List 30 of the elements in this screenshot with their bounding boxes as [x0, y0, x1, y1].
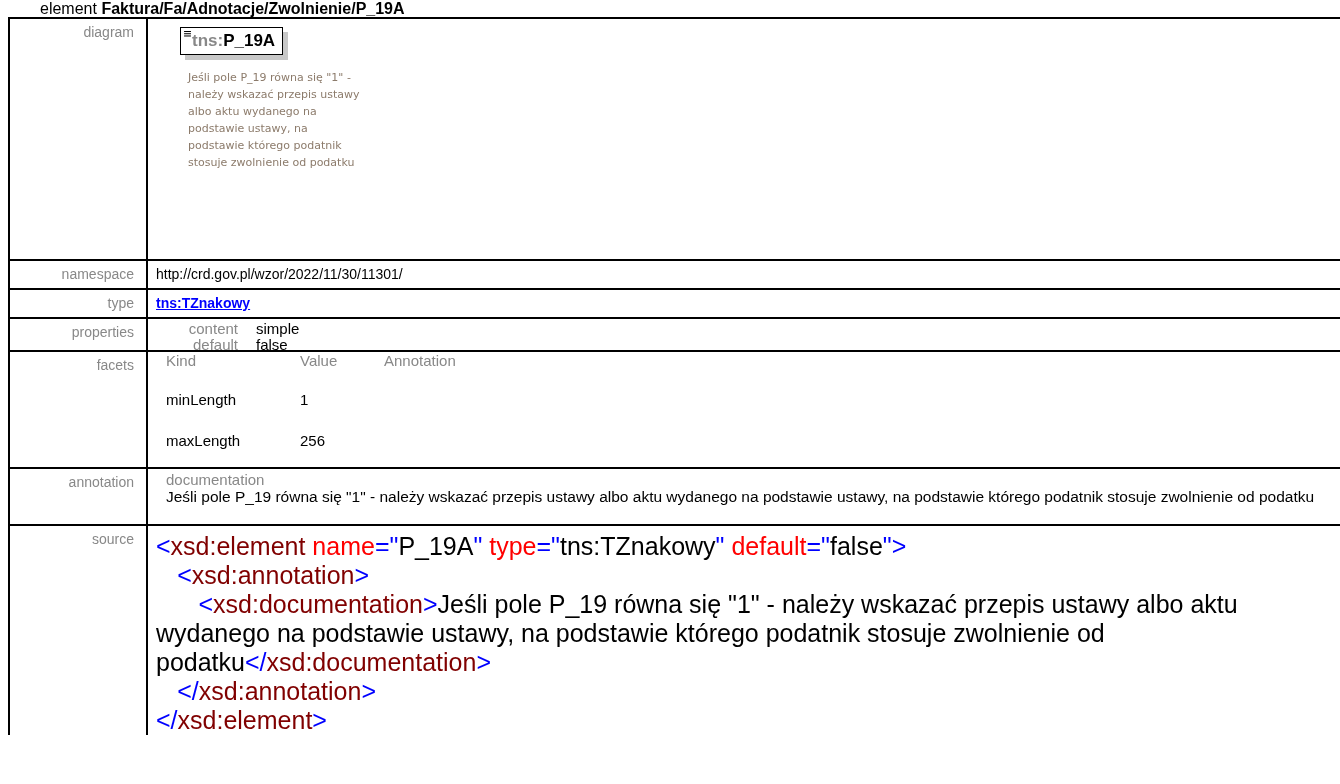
source-code-line: <xsd:documentation>Jeśli pole P_19 równa się "1" - należy wskazać przepis ustawy albo aktu wydanego na podstawie ustawy, na podstawie którego podatnik stosuje zwolnienie od podatku</xsd:documentation>	[156, 590, 1239, 677]
property-value: simple	[256, 321, 300, 337]
row-label: namespace	[10, 261, 148, 288]
property-value: false	[256, 337, 288, 353]
column-header: Value	[300, 352, 339, 371]
source-code-line: </xsd:annotation>	[176, 677, 378, 706]
table-cell-text: 1	[300, 390, 310, 411]
row-label: diagram	[10, 19, 148, 259]
table-cell-text: maxLength	[166, 430, 242, 451]
element-heading: element Faktura/Fa/Adnotacje/Zwolnienie/P_19A	[39, 0, 406, 17]
property-name: default	[191, 337, 239, 353]
source-code-line: <xsd:annotation>	[176, 561, 371, 590]
table-cell-text: minLength	[166, 390, 238, 411]
type-link[interactable]: tns:TZnakowy	[156, 295, 251, 311]
row-label: source	[10, 526, 148, 735]
source-code-line: </xsd:element>	[156, 706, 328, 735]
diagram-documentation: Jeśli pole P_19 równa się "1" - należy wskazać przepis ustawy albo aktu wydanego na podstawie ustawy, na podstawie którego podatnik stosuje zwolnienie od podatku	[188, 70, 361, 171]
column-header: Annotation	[384, 352, 456, 371]
source-code-line: <xsd:element name="P_19A" type="tns:TZnakowy" default="false">	[156, 532, 908, 561]
table-cell-text: 256	[300, 430, 327, 451]
namespace-value: http://crd.gov.pl/wzor/2022/11/30/11301/	[156, 266, 403, 282]
row-label: type	[10, 290, 148, 317]
column-header: Kind	[166, 352, 198, 371]
row-label: facets	[10, 352, 148, 467]
lines-icon	[184, 31, 191, 37]
row-label: annotation	[10, 469, 148, 524]
annotation-heading: documentation	[166, 471, 266, 488]
annotation-text: Jeśli pole P_19 równa się "1" - należy wskazać przepis ustawy albo aktu wydanego na podstawie ustawy, na podstawie którego podatnik stosuje zwolnienie od podatku	[166, 488, 1316, 506]
property-name: content	[187, 321, 239, 337]
row-label: properties	[10, 319, 148, 350]
